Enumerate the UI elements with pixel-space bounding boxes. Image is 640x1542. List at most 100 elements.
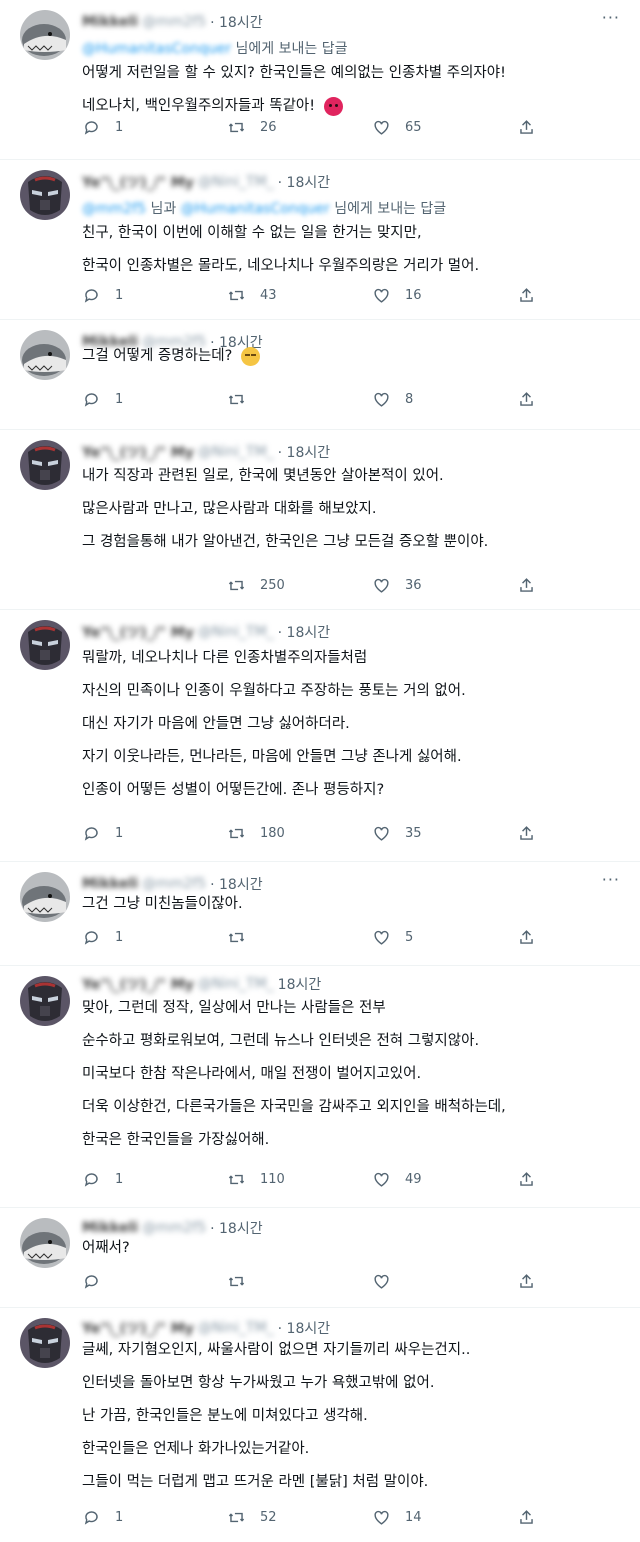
retweet-icon bbox=[228, 1174, 245, 1185]
retweet-icon bbox=[228, 580, 245, 591]
avatar-shark[interactable] bbox=[20, 872, 70, 922]
retweet-icon bbox=[228, 290, 245, 301]
retweet-button[interactable]: 26 bbox=[227, 118, 372, 137]
mention-link[interactable]: @HumanitasConquer bbox=[82, 41, 231, 57]
avatar-mask[interactable] bbox=[20, 440, 70, 490]
like-button[interactable] bbox=[372, 1272, 517, 1291]
tweet-actions: 1 8 bbox=[82, 390, 542, 409]
share-button[interactable] bbox=[517, 390, 536, 409]
tweet-line: 글쎄, 자기혐오인지, 싸울사람이 없으면 자기들끼리 싸우는건지.. bbox=[82, 1342, 471, 1358]
tweet-text: 친구, 한국이 이번에 이해할 수 없는 일을 한거는 맞지만, 한국이 인종차… bbox=[82, 217, 620, 283]
timestamp[interactable]: · 18시간 bbox=[278, 622, 330, 642]
angry-face-icon bbox=[323, 96, 343, 116]
tweet[interactable]: Mikkeli @mm2f5 · 18시간 ··· @HumanitasConq… bbox=[0, 0, 640, 160]
reply-button[interactable]: 1 bbox=[82, 928, 227, 947]
author-name[interactable]: Ye"\_(ツ)_/" My bbox=[82, 172, 194, 192]
author-handle[interactable]: @Nini_TM_ bbox=[198, 624, 274, 640]
heart-icon bbox=[374, 1510, 389, 1525]
tweet-text: 어째서? bbox=[82, 1232, 620, 1265]
tweet-line: 난 가끔, 한국인들은 분노에 미쳐있다고 생각해. bbox=[82, 1408, 368, 1424]
author-handle[interactable]: @mm2f5 bbox=[142, 14, 206, 30]
share-button[interactable] bbox=[517, 1272, 536, 1291]
tweet-line: 내가 직장과 관련된 일로, 한국에 몇년동안 살아본적이 있어. bbox=[82, 468, 444, 484]
like-button[interactable]: 49 bbox=[372, 1170, 517, 1189]
avatar-mask[interactable] bbox=[20, 1318, 70, 1368]
retweet-icon bbox=[228, 122, 245, 133]
retweet-button[interactable]: 110 bbox=[227, 1170, 372, 1189]
like-button[interactable]: 5 bbox=[372, 928, 517, 947]
share-icon bbox=[520, 1274, 533, 1288]
like-button[interactable]: 14 bbox=[372, 1508, 517, 1527]
tweet-line: 인터넷을 돌아보면 항상 누가싸웠고 누가 욕했고밖에 없어. bbox=[82, 1375, 435, 1391]
tweet-line: 그 경험을통해 내가 알아낸건, 한국인은 그냥 모든걸 증오할 뿐이야. bbox=[82, 534, 489, 550]
retweet-button[interactable] bbox=[227, 1272, 372, 1291]
avatar-mask[interactable] bbox=[20, 976, 70, 1026]
avatar-shark[interactable] bbox=[20, 1218, 70, 1268]
like-button[interactable]: 16 bbox=[372, 286, 517, 305]
timestamp[interactable]: · 18시간 bbox=[278, 172, 330, 192]
like-button[interactable]: 35 bbox=[372, 824, 517, 843]
like-button[interactable]: 36 bbox=[372, 576, 517, 595]
retweet-icon bbox=[228, 932, 245, 943]
share-button[interactable] bbox=[517, 1508, 536, 1527]
tweet-text: 맞아, 그런데 정작, 일상에서 만나는 사람들은 전부 순수하고 평화로워보여… bbox=[82, 992, 620, 1157]
tweet[interactable]: Ye"\_(ツ)_/" My @Nini_TM_ · 18시간 @mm2f5 님… bbox=[0, 160, 640, 320]
like-button[interactable]: 65 bbox=[372, 118, 517, 137]
tweet-text: 어떻게 저런일을 할 수 있지? 한국인들은 예의없는 인종차별 주의자야! 네… bbox=[82, 57, 620, 123]
mention-link[interactable]: @HumanitasConquer bbox=[181, 201, 330, 217]
author-handle[interactable]: @Nini_TM_ bbox=[198, 444, 274, 460]
tweet[interactable]: Mikkeli @mm2f5 · 18시간 ··· 그건 그냥 미친놈들이잖아.… bbox=[0, 862, 640, 966]
tweet-text: 그건 그냥 미친놈들이잖아. bbox=[82, 888, 620, 921]
share-button[interactable] bbox=[517, 576, 536, 595]
retweet-button[interactable]: 180 bbox=[227, 824, 372, 843]
share-button[interactable] bbox=[517, 118, 536, 137]
author-name[interactable]: Mikkeli bbox=[82, 14, 138, 30]
avatar-shark[interactable] bbox=[20, 10, 70, 60]
timestamp[interactable]: 18시간 bbox=[278, 974, 322, 994]
tweet-text: 뭐랄까, 네오나치나 다른 인종차별주의자들처럼 자신의 민족이나 인종이 우월… bbox=[82, 642, 620, 807]
more-options-icon[interactable]: ··· bbox=[602, 8, 620, 27]
retweet-button[interactable]: 43 bbox=[227, 286, 372, 305]
share-button[interactable] bbox=[517, 928, 536, 947]
reply-button[interactable]: 1 bbox=[82, 118, 227, 137]
mention-link[interactable]: @mm2f5 bbox=[82, 201, 146, 217]
reply-button[interactable]: 1 bbox=[82, 824, 227, 843]
author-name[interactable]: Ye"\_(ツ)_/" My bbox=[82, 442, 194, 462]
share-button[interactable] bbox=[517, 286, 536, 305]
avatar-mask[interactable] bbox=[20, 170, 70, 220]
author-handle[interactable]: @Nini_TM_ bbox=[198, 976, 274, 992]
reply-button[interactable] bbox=[82, 576, 227, 595]
avatar-shark[interactable] bbox=[20, 330, 70, 380]
tweet[interactable]: Ye"\_(ツ)_/" My @Nini_TM_ · 18시간 뭐랄까, 네오나… bbox=[0, 610, 640, 862]
tweet[interactable]: Ye"\_(ツ)_/" My @Nini_TM_ · 18시간 내가 직장과 관… bbox=[0, 430, 640, 610]
author-name[interactable]: Ye"\_(ツ)_/" My bbox=[82, 622, 194, 642]
reply-button[interactable]: 1 bbox=[82, 390, 227, 409]
reply-button[interactable]: 1 bbox=[82, 1508, 227, 1527]
tweet[interactable]: Ye"\_(ツ)_/" My @Nini_TM_ · 18시간 글쎄, 자기혐오… bbox=[0, 1308, 640, 1542]
timestamp[interactable]: · 18시간 bbox=[210, 12, 262, 32]
reply-button[interactable]: 1 bbox=[82, 286, 227, 305]
more-options-icon[interactable]: ··· bbox=[602, 870, 620, 889]
share-button[interactable] bbox=[517, 824, 536, 843]
retweet-button[interactable] bbox=[227, 928, 372, 947]
retweet-button[interactable] bbox=[227, 390, 372, 409]
retweet-button[interactable]: 250 bbox=[227, 576, 372, 595]
reply-icon bbox=[84, 1173, 98, 1187]
tweet[interactable]: Ye"\_(ツ)_/" My @Nini_TM_ 18시간 맞아, 그런데 정작… bbox=[0, 966, 640, 1208]
author-handle[interactable]: @Nini_TM_ bbox=[198, 174, 274, 190]
share-button[interactable] bbox=[517, 1170, 536, 1189]
tweet-text: 그걸 어떻게 증명하는데? bbox=[82, 340, 620, 373]
avatar-mask[interactable] bbox=[20, 620, 70, 670]
timestamp[interactable]: · 18시간 bbox=[278, 442, 330, 462]
reply-button[interactable] bbox=[82, 1272, 227, 1291]
reply-button[interactable]: 1 bbox=[82, 1170, 227, 1189]
retweet-button[interactable]: 52 bbox=[227, 1508, 372, 1527]
tweet-text: 내가 직장과 관련된 일로, 한국에 몇년동안 살아본적이 있어. 많은사람과 … bbox=[82, 460, 620, 559]
like-button[interactable]: 8 bbox=[372, 390, 517, 409]
tweet-actions: 250 36 bbox=[82, 576, 542, 595]
tweet[interactable]: Mikkeli @mm2f5 · 18시간 어째서? bbox=[0, 1208, 640, 1308]
tweet[interactable]: Mikkeli @mm2f5 · 18시간 그걸 어떻게 증명하는데? 1 8 bbox=[0, 320, 640, 430]
tweet-actions: 1 110 49 bbox=[82, 1170, 542, 1189]
author-name[interactable]: Ye"\_(ツ)_/" My bbox=[82, 974, 194, 994]
share-icon bbox=[520, 1172, 533, 1186]
